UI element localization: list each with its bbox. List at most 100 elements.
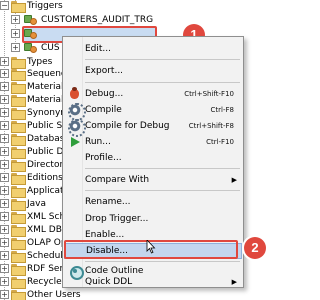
menu-item-compile[interactable]: Compile Ctrl-F8 (64, 102, 242, 121)
menu-item-label: Quick DDL (85, 277, 133, 287)
expand-toggle[interactable]: + (0, 290, 9, 299)
tree-item-public-database-links[interactable]: Public Da (11, 145, 69, 159)
trigger-icon (24, 42, 38, 54)
tree-item-materialized-views[interactable]: Materiali (11, 80, 66, 94)
menu-item-shortcut: Ctrl-F8 (210, 106, 234, 114)
menu-item-label: Export... (85, 66, 124, 76)
menu-item-edit[interactable]: Edit... (64, 41, 242, 57)
tree-item-label: Directori (27, 160, 66, 170)
tree-item-recycle-bin[interactable]: Recycle (11, 275, 62, 289)
folder-icon (11, 251, 26, 263)
tree-item-xml-schemas[interactable]: XML Sch (11, 210, 65, 224)
expand-toggle[interactable]: + (0, 199, 9, 208)
expand-toggle[interactable]: + (0, 264, 9, 273)
mouse-pointer-icon (146, 240, 156, 254)
tree-item-trigger[interactable]: CUSTOMERS_AUDIT_TRG (24, 13, 153, 27)
folder-icon (11, 277, 26, 289)
trigger-icon (24, 14, 38, 26)
menu-separator (85, 82, 240, 83)
menu-item-label: Edit... (85, 44, 112, 54)
expand-toggle[interactable]: + (0, 212, 9, 221)
folder-icon (11, 290, 26, 300)
expand-toggle[interactable]: + (0, 173, 9, 182)
expand-toggle[interactable]: + (0, 57, 9, 66)
tree-item-rdf-semantic-graphs[interactable]: RDF Sem (11, 262, 68, 276)
compile-debug-gear-icon (68, 119, 86, 137)
tree-item-trigger[interactable]: CUS (24, 41, 60, 55)
tree-item-label: Databas (27, 134, 65, 144)
menu-separator (85, 261, 240, 262)
expand-toggle[interactable]: + (0, 82, 9, 91)
tree-item-editions[interactable]: Editions (11, 171, 63, 185)
run-icon (68, 135, 82, 149)
code-outline-icon (68, 264, 84, 280)
menu-item-label: Compile (85, 105, 122, 115)
tree-item-materialized-view-logs[interactable]: Materiali (11, 93, 66, 107)
expand-toggle[interactable]: + (0, 69, 9, 78)
expand-toggle[interactable]: + (0, 277, 9, 286)
expand-toggle[interactable]: + (0, 95, 9, 104)
tree-item-other-users[interactable]: Other Users (11, 288, 81, 300)
folder-icon (11, 134, 26, 146)
menu-item-label: Compile for Debug (85, 121, 170, 131)
tree-item-triggers[interactable]: Triggers (11, 0, 63, 13)
collapse-toggle[interactable]: − (0, 1, 9, 10)
menu-item-compare-with[interactable]: Compare With ▶ (64, 172, 242, 188)
tree-item-public-synonyms[interactable]: Public Sy (11, 119, 68, 133)
menu-item-debug[interactable]: Debug... Ctrl+Shift-F10 (64, 86, 242, 102)
menu-item-shortcut: Ctrl+Shift-F10 (184, 90, 234, 98)
tree-item-olap-options[interactable]: OLAP Op (11, 236, 67, 250)
tree-item-label: Synonyn (27, 108, 66, 118)
tree-item-label: CUSTOMERS_AUDIT_TRG (41, 15, 154, 25)
tree-item-synonyms[interactable]: Synonyn (11, 106, 66, 120)
menu-item-compile-for-debug[interactable]: Compile for Debug Ctrl+Shift-F8 (64, 118, 242, 137)
menu-separator (85, 190, 240, 191)
tree-item-xml-db[interactable]: XML DB (11, 223, 62, 237)
menu-item-quick-ddl[interactable]: Quick DDL ▶ (64, 277, 242, 287)
menu-separator (85, 168, 240, 169)
tree-item-sequences[interactable]: Sequenc (11, 67, 66, 81)
folder-icon (11, 160, 26, 172)
tree-item-scheduler[interactable]: Schedule (11, 249, 68, 263)
expand-toggle[interactable]: + (11, 15, 20, 24)
debug-icon (68, 87, 82, 101)
menu-item-label: Profile... (85, 153, 122, 163)
menu-item-profile[interactable]: Profile... (64, 150, 242, 166)
menu-separator (85, 59, 240, 60)
tree-item-java[interactable]: Java (11, 197, 46, 211)
expand-toggle[interactable]: + (0, 108, 9, 117)
folder-icon (11, 264, 26, 276)
tree-item-label: Java (27, 199, 47, 209)
tree-item-label: XML DB (27, 225, 62, 235)
expand-toggle[interactable]: + (11, 29, 20, 38)
folder-icon (11, 57, 26, 69)
expand-toggle[interactable]: + (0, 160, 9, 169)
tree-item-application-express[interactable]: Applicati (11, 184, 66, 198)
expand-toggle[interactable]: + (0, 186, 9, 195)
tree-item-database-links[interactable]: Databas (11, 132, 64, 146)
folder-icon (11, 173, 26, 185)
folder-icon (11, 82, 26, 94)
folder-icon (11, 199, 26, 211)
expand-toggle[interactable]: + (0, 251, 9, 260)
folder-icon (11, 186, 26, 198)
folder-icon (11, 225, 26, 237)
expand-toggle[interactable]: + (0, 121, 9, 130)
tree-item-directories[interactable]: Directori (11, 158, 66, 172)
submenu-arrow-icon: ▶ (231, 278, 237, 286)
menu-item-shortcut: Ctrl-F10 (206, 138, 234, 146)
tree-item-label: Editions (27, 173, 63, 183)
menu-item-drop-trigger[interactable]: Drop Trigger... (64, 211, 242, 227)
expand-toggle[interactable]: + (0, 225, 9, 234)
expand-toggle[interactable]: + (0, 238, 9, 247)
expand-toggle[interactable]: + (0, 134, 9, 143)
folder-icon (11, 147, 26, 159)
expand-toggle[interactable]: + (11, 43, 20, 52)
tree-item-label: Other Users (27, 290, 81, 300)
folder-icon (11, 108, 26, 120)
expand-toggle[interactable]: + (0, 147, 9, 156)
menu-item-run[interactable]: Run... Ctrl-F10 (64, 134, 242, 150)
folder-icon (11, 69, 26, 81)
menu-item-rename[interactable]: Rename... (64, 194, 242, 210)
menu-item-export[interactable]: Export... (64, 63, 242, 79)
